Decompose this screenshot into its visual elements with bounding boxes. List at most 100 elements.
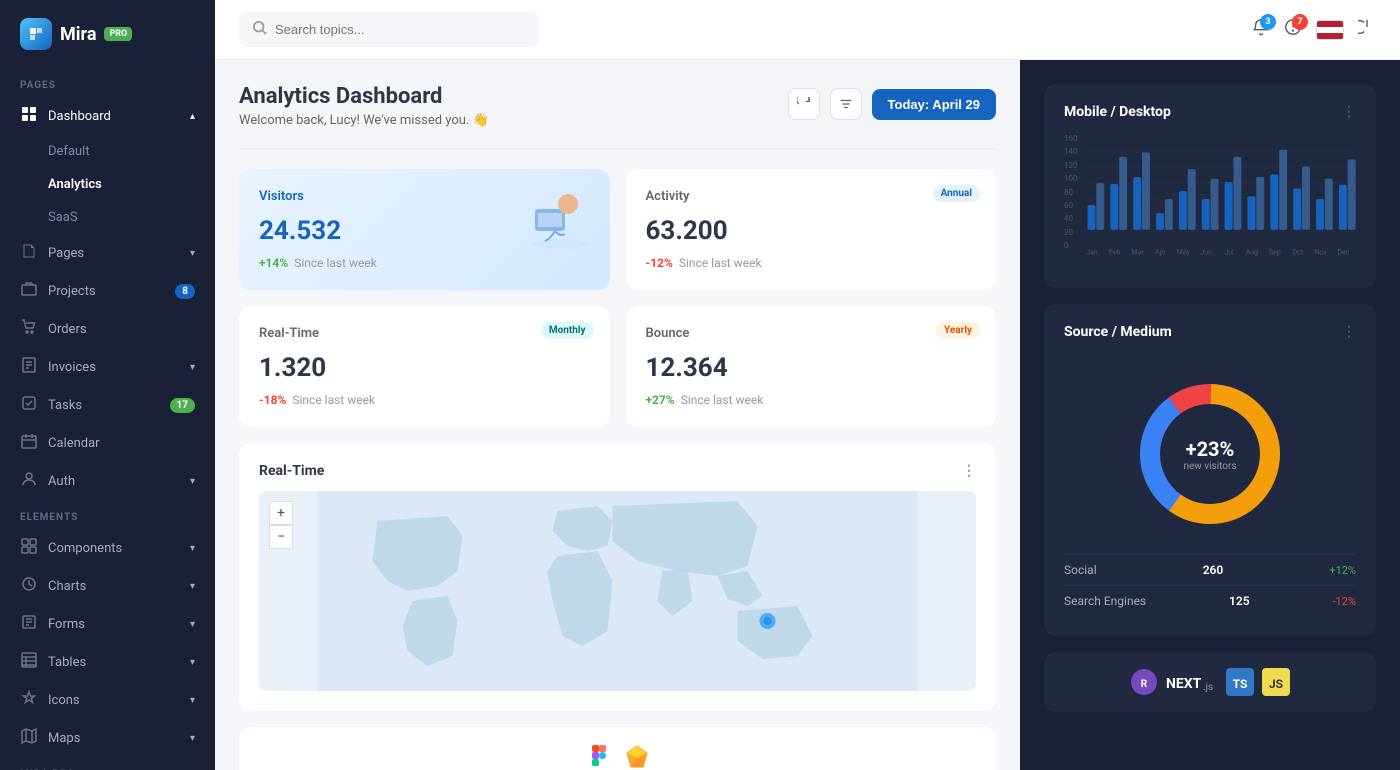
map-zoom-controls: + − [269,501,293,549]
activity-value: 63.200 [646,216,977,246]
realtime-value: 1.320 [259,353,590,383]
refresh-button[interactable] [788,88,820,120]
map-more-button[interactable]: ⋮ [962,463,976,479]
bounce-value: 12.364 [646,353,977,383]
pages-label: PAGES [0,68,215,97]
svg-text:Oct: Oct [1292,247,1303,256]
calendar-icon [20,433,38,453]
search-change: -12% [1333,595,1356,608]
social-change: +12% [1329,564,1356,577]
svg-text:Mar: Mar [1131,247,1144,256]
brand-badge: PRO [104,27,132,41]
main-area: 3 7 Analytics Dashboard Welcome back, Lu… [215,0,1400,770]
sidebar-item-saas[interactable]: SaaS [0,201,215,234]
notifications-button[interactable]: 3 [1252,18,1270,41]
sidebar-item-charts[interactable]: Charts ▾ [0,567,215,605]
projects-badge: 8 [175,284,195,299]
sidebar-item-calendar[interactable]: Calendar [0,424,215,462]
saas-label: SaaS [48,210,78,225]
auth-label: Auth [48,474,75,489]
dashboard-icon [20,106,38,126]
sidebar-item-auth[interactable]: Auth ▾ [0,462,215,500]
invoices-icon [20,357,38,377]
power-button[interactable] [1358,18,1376,41]
sidebar-item-tasks[interactable]: Tasks 17 [0,386,215,424]
brand: Mira PRO [0,0,215,68]
sidebar-item-components[interactable]: Components ▾ [0,529,215,567]
components-label: Components [48,541,122,556]
brand-logo [20,18,52,50]
icons-chevron: ▾ [190,695,195,706]
components-chevron: ▾ [190,543,195,554]
tables-icon [20,652,38,672]
sidebar-item-icons[interactable]: Icons ▾ [0,681,215,719]
page-title: Analytics Dashboard [239,84,489,109]
activity-card: Annual Activity 63.200 -12% Since last w… [626,169,997,290]
svg-text:NEXT: NEXT [1166,676,1202,692]
bounce-change-pct: +27% [646,393,675,407]
product-logos-light [239,727,996,770]
sidebar-item-default[interactable]: Default [0,135,215,168]
mobile-desktop-more[interactable]: ⋮ [1342,104,1356,120]
charts-chevron: ▾ [190,581,195,592]
source-medium-more[interactable]: ⋮ [1342,324,1356,340]
alerts-badge: 7 [1292,14,1308,30]
visitors-change-pct: +14% [259,256,288,270]
sidebar-item-pages[interactable]: Pages ▾ [0,234,215,272]
svg-text:Dec: Dec [1337,247,1349,256]
brand-name: Mira [60,24,96,45]
orders-label: Orders [48,322,87,337]
mobile-desktop-chart: 020406080100120140160 [1064,134,1356,268]
mira-pro-label: MIRA PRO [0,757,215,770]
today-button[interactable]: Today: April 29 [872,89,996,120]
light-side: Analytics Dashboard Welcome back, Lucy! … [215,60,1020,770]
bar-chart-svg: Jan Feb Mar Apr May Jun Jul Aug Sep Oct … [1084,134,1357,264]
projects-label: Projects [48,284,96,299]
sidebar-item-tables[interactable]: Tables ▾ [0,643,215,681]
product-logos-dark: R NEXT .js TS JS [1044,652,1376,712]
svg-text:May: May [1176,247,1190,256]
forms-icon [20,614,38,634]
activity-change: -12% Since last week [646,256,977,270]
chart-y-axis: 020406080100120140160 [1064,134,1078,268]
realtime-title: Real-Time [259,326,590,341]
dashboard-label: Dashboard [48,109,111,124]
tasks-icon [20,395,38,415]
visitors-card: Visitors 24.532 +14% Since last week [239,169,610,290]
bounce-card: Yearly Bounce 12.364 +27% Since last wee… [626,306,997,427]
tables-label: Tables [48,655,86,670]
sidebar-item-orders[interactable]: Orders [0,310,215,348]
search-wrap[interactable] [239,12,539,47]
tables-chevron: ▾ [190,657,195,668]
analytics-label: Analytics [48,177,102,192]
alerts-button[interactable]: 7 [1284,18,1302,41]
sidebar-item-forms[interactable]: Forms ▾ [0,605,215,643]
svg-text:Aug: Aug [1245,247,1257,256]
sidebar-item-maps[interactable]: Maps ▾ [0,719,215,757]
auth-chevron: ▾ [190,476,195,487]
sidebar-item-invoices[interactable]: Invoices ▾ [0,348,215,386]
svg-text:Jun: Jun [1200,247,1212,256]
pages-nav-label: Pages [48,246,84,261]
map-zoom-in[interactable]: + [269,501,293,525]
sketch-icon [623,743,651,770]
map-zoom-out[interactable]: − [269,525,293,549]
search-input[interactable] [275,22,525,37]
activity-change-label: Since last week [679,256,762,270]
sidebar-item-analytics[interactable]: Analytics [0,168,215,201]
realtime-change-pct: -18% [259,393,286,407]
invoices-label: Invoices [48,360,96,375]
dark-side: Mobile / Desktop ⋮ 020406080100120140160 [1020,60,1400,770]
sidebar-item-dashboard[interactable]: Dashboard ▴ [0,97,215,135]
activity-change-pct: -12% [646,256,673,270]
social-name: Social [1064,563,1097,577]
realtime-change: -18% Since last week [259,393,590,407]
sidebar-item-projects[interactable]: Projects 8 [0,272,215,310]
svg-text:Jan: Jan [1086,247,1098,256]
world-map-svg [259,491,976,691]
search-val: 125 [1229,594,1250,608]
search-name: Search Engines [1064,594,1146,608]
filter-button[interactable] [830,88,862,120]
svg-text:Apr: Apr [1155,247,1167,256]
language-selector[interactable] [1316,20,1344,40]
